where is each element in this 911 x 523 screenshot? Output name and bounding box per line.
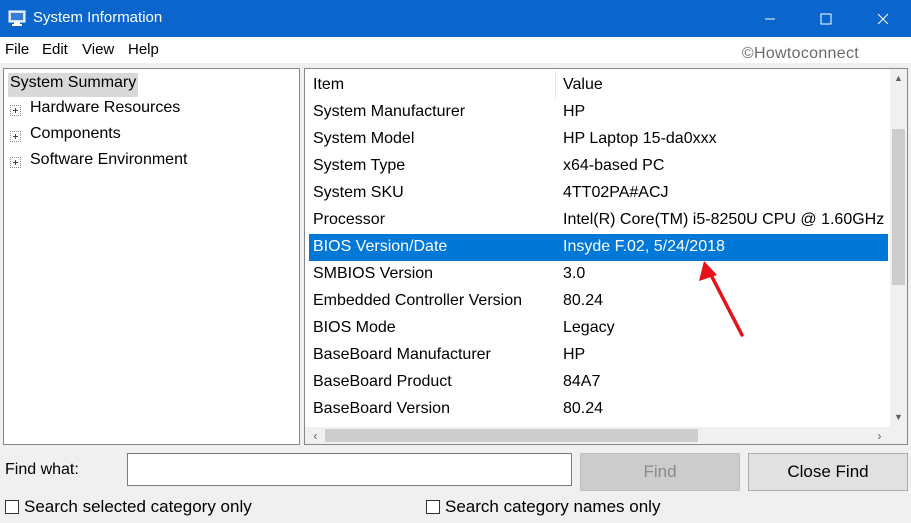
cell-value: HP	[563, 103, 586, 120]
close-find-button[interactable]: Close Find	[748, 453, 908, 491]
horizontal-scroll-thumb[interactable]	[325, 429, 698, 442]
scroll-right-icon[interactable]: ›	[871, 427, 888, 444]
cell-item: System SKU	[313, 184, 404, 201]
cell-item: BaseBoard Product	[313, 373, 452, 390]
vertical-scrollbar[interactable]: ▲ ▼	[890, 69, 907, 427]
expand-icon[interactable]	[10, 131, 21, 142]
find-button-label: Find	[643, 462, 677, 481]
find-what-label: Find what:	[5, 461, 79, 478]
menu-bar: File Edit View Help ©Howtoconnect	[0, 37, 911, 63]
checkbox-box[interactable]	[426, 500, 440, 514]
maximize-icon	[820, 13, 832, 24]
cell-value: Intel(R) Core(TM) i5-8250U CPU @ 1.60GHz	[563, 211, 885, 228]
scrollbar-corner	[890, 427, 907, 444]
column-header-value[interactable]: Value	[563, 76, 603, 94]
table-row[interactable]: BaseBoard Version 80.24	[309, 396, 888, 423]
scroll-left-icon[interactable]: ‹	[307, 427, 324, 444]
cell-item: BaseBoard Version	[313, 400, 450, 417]
cell-item: BaseBoard Manufacturer	[313, 346, 491, 363]
table-row[interactable]: BIOS Version/Date Insyde F.02, 5/24/2018	[309, 234, 888, 261]
cell-value: Legacy	[563, 319, 615, 336]
horizontal-scrollbar[interactable]: ‹ ›	[305, 427, 890, 444]
column-divider[interactable]	[555, 71, 556, 99]
close-icon	[877, 13, 889, 24]
minimize-icon	[765, 18, 775, 19]
cell-item: Embedded Controller Version	[313, 292, 523, 309]
cell-item: System Manufacturer	[313, 103, 466, 120]
system-information-app-icon	[8, 10, 26, 26]
expand-icon[interactable]	[10, 157, 21, 168]
cell-value: 80.24	[563, 400, 604, 417]
watermark: ©Howtoconnect	[741, 45, 859, 62]
list-header: Item Value	[305, 69, 890, 101]
tree-item-label: Software Environment	[30, 151, 188, 168]
cell-value: Insyde F.02, 5/24/2018	[563, 238, 725, 255]
table-row[interactable]: System Manufacturer HP	[309, 99, 888, 126]
checkbox-label: Search selected category only	[24, 497, 252, 516]
find-what-input[interactable]	[127, 453, 572, 486]
table-row[interactable]: System Model HP Laptop 15-da0xxx	[309, 126, 888, 153]
cell-value: 84A7	[563, 373, 601, 390]
tree-item-system-summary[interactable]: System Summary	[8, 73, 139, 97]
details-list[interactable]: Item Value System Manufacturer HP System M…	[304, 68, 908, 445]
table-row[interactable]: BaseBoard Product 84A7	[309, 369, 888, 396]
cell-item: BIOS Version/Date	[313, 238, 448, 255]
maximize-button[interactable]	[803, 0, 849, 37]
menu-view[interactable]: View	[82, 41, 114, 58]
table-row[interactable]: BIOS Mode Legacy	[309, 315, 888, 342]
title-bar: System Information	[0, 0, 911, 37]
expand-icon[interactable]	[10, 105, 21, 116]
menu-file[interactable]: File	[5, 41, 29, 58]
window-title: System Information	[33, 9, 163, 26]
scroll-down-icon[interactable]: ▼	[890, 408, 907, 425]
cell-value: 80.24	[563, 292, 604, 309]
checkbox-label: Search category names only	[445, 497, 661, 516]
cell-item: SMBIOS Version	[313, 265, 434, 282]
column-header-item[interactable]: Item	[313, 76, 344, 94]
close-find-button-label: Close Find	[787, 462, 869, 481]
table-row[interactable]: SMBIOS Version 3.0	[309, 261, 888, 288]
find-button[interactable]: Find	[580, 453, 740, 491]
tree-item-label: Components	[30, 125, 121, 142]
cell-value: HP	[563, 346, 586, 363]
cell-item: System Model	[313, 130, 415, 147]
cell-item: BIOS Mode	[313, 319, 396, 336]
cell-value: x64-based PC	[563, 157, 665, 174]
cell-value: 3.0	[563, 265, 586, 282]
checkbox-box[interactable]	[5, 500, 19, 514]
table-row[interactable]: System SKU 4TT02PA#ACJ	[309, 180, 888, 207]
table-row[interactable]: System Type x64-based PC	[309, 153, 888, 180]
table-row[interactable]: BaseBoard Manufacturer HP	[309, 342, 888, 369]
menu-help[interactable]: Help	[128, 41, 159, 58]
tree-item-label: Hardware Resources	[30, 99, 181, 116]
vertical-scroll-thumb[interactable]	[892, 129, 905, 285]
cell-value: HP Laptop 15-da0xxx	[563, 130, 717, 147]
close-button[interactable]	[860, 0, 906, 37]
cell-item: System Type	[313, 157, 406, 174]
table-row[interactable]: Processor Intel(R) Core(TM) i5-8250U CPU …	[309, 207, 888, 234]
category-tree[interactable]: System Summary Hardware Resources Compon…	[3, 68, 300, 445]
search-selected-category-checkbox[interactable]: Search selected category only	[5, 497, 252, 517]
table-row[interactable]: Embedded Controller Version 80.24	[309, 288, 888, 315]
scroll-up-icon[interactable]: ▲	[890, 69, 907, 86]
menu-edit[interactable]: Edit	[42, 41, 68, 58]
minimize-button[interactable]	[747, 0, 793, 37]
cell-item: Processor	[313, 211, 386, 228]
cell-value: 4TT02PA#ACJ	[563, 184, 669, 201]
search-category-names-checkbox[interactable]: Search category names only	[426, 497, 660, 517]
